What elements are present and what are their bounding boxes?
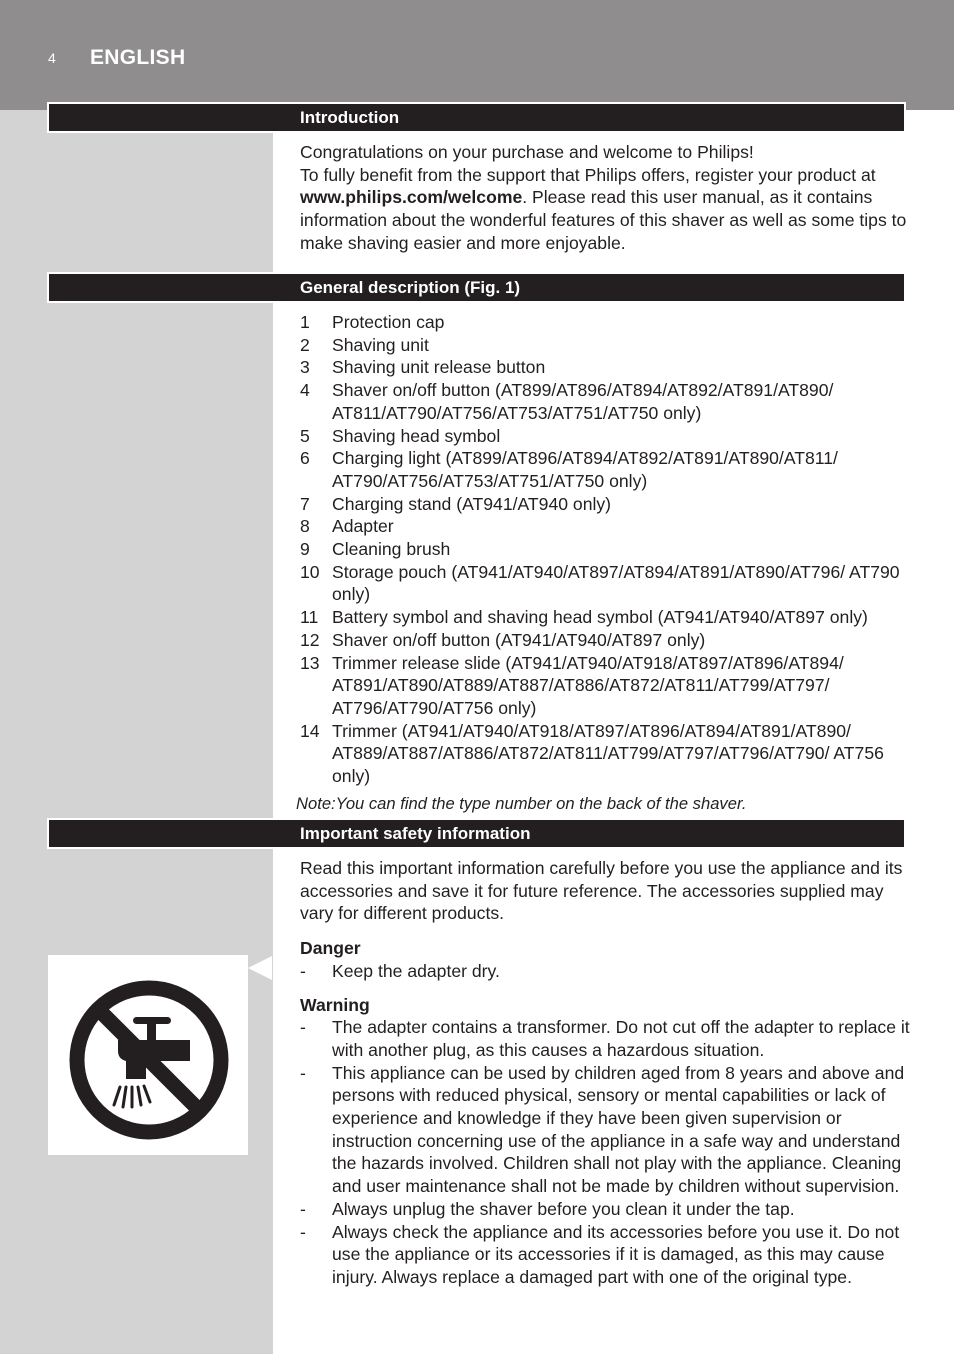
parts-list-item: 4 Shaver on/off button (AT899/AT896/AT894…	[300, 379, 912, 424]
warning-list: - The adapter contains a transformer. Do …	[300, 1016, 912, 1288]
danger-heading: Danger	[300, 938, 361, 959]
section-title: General description (Fig. 1)	[300, 278, 521, 297]
parts-list-item: 9 Cleaning brush	[300, 538, 912, 561]
item-number: 12	[300, 629, 320, 650]
parts-list: 1 Protection cap 2 Shaving unit 3 Shaving uni…	[300, 311, 912, 788]
welcome-link[interactable]: www.philips.com/welcome	[300, 187, 522, 207]
item-number: 4	[300, 380, 310, 401]
item-number: 8	[300, 516, 310, 537]
item-text: Shaver on/off button (AT899/AT896/AT894/…	[332, 380, 834, 423]
bullet-text: Keep the adapter dry.	[332, 960, 500, 981]
section-bar-introduction: Introduction	[47, 102, 906, 133]
item-number: 1	[300, 312, 310, 332]
warning-item: - Always check the appliance and its acce…	[300, 1221, 912, 1289]
item-text: Trimmer release slide (AT941/AT940/AT918…	[332, 652, 844, 718]
introduction-body: Congratulations on your purchase and wel…	[300, 141, 912, 255]
danger-list: - Keep the adapter dry.	[300, 960, 912, 983]
bullet-dash: -	[300, 1017, 306, 1038]
item-text: Shaver on/off button (AT941/AT940/AT897 …	[332, 629, 706, 650]
bullet-text: The adapter contains a transformer. Do n…	[332, 1017, 910, 1060]
safety-intro: Read this important information carefull…	[300, 858, 903, 924]
item-text: Storage pouch (AT941/AT940/AT897/AT894/A…	[332, 561, 900, 605]
parts-list-item: 12 Shaver on/off button (AT941/AT940/AT89…	[300, 629, 912, 652]
section-bar-safety: Important safety information	[47, 818, 906, 849]
illustration-pointer	[248, 956, 272, 980]
bullet-dash: -	[300, 1221, 306, 1242]
general-description-body: 1 Protection cap 2 Shaving unit 3 Shaving uni…	[300, 311, 912, 788]
intro-paragraph: To fully benefit from the support that P…	[300, 164, 912, 255]
parts-list-item: 1 Protection cap	[300, 311, 912, 334]
parts-list-item: 14 Trimmer (AT941/AT940/AT918/AT897/AT896…	[300, 720, 912, 788]
item-text: Shaving unit	[332, 334, 429, 355]
language-heading: ENGLISH	[90, 46, 186, 69]
parts-list-item: 10 Storage pouch (AT941/AT940/AT897/AT894…	[300, 561, 912, 606]
type-number-note: Note:You can find the type number on the…	[296, 794, 747, 813]
item-text: Trimmer (AT941/AT940/AT918/AT897/AT896/A…	[332, 720, 884, 787]
parts-list-item: 13 Trimmer release slide (AT941/AT940/AT9…	[300, 652, 912, 720]
warning-heading: Warning	[300, 994, 370, 1015]
warning-item: - The adapter contains a transformer. Do …	[300, 1016, 912, 1061]
item-number: 3	[300, 357, 310, 378]
intro-text: To fully benefit from the support that P…	[300, 164, 876, 185]
illustration-box	[48, 955, 248, 1155]
warning-item: - This appliance can be used by children …	[300, 1062, 912, 1198]
danger-item: - Keep the adapter dry.	[300, 960, 912, 983]
item-text: Adapter	[332, 516, 394, 537]
item-text: Cleaning brush	[332, 539, 451, 560]
item-number: 5	[300, 425, 310, 446]
item-number: 6	[300, 448, 310, 469]
item-text: Shaving unit release button	[332, 357, 546, 378]
parts-list-item: 11 Battery symbol and shaving head symbol…	[300, 606, 912, 629]
bullet-dash: -	[300, 1198, 306, 1219]
item-text: Battery symbol and shaving head symbol (…	[332, 607, 868, 628]
warning-item: - Always unplug the shaver before you cle…	[300, 1198, 912, 1221]
item-text: Shaving head symbol	[332, 425, 501, 446]
parts-list-item: 8 Adapter	[300, 515, 912, 538]
item-number: 11	[300, 607, 319, 628]
safety-body: Read this important information carefull…	[300, 857, 912, 1289]
bullet-text: Always check the appliance and its acces…	[332, 1221, 900, 1287]
parts-list-item: 6 Charging light (AT899/AT896/AT894/AT892…	[300, 447, 912, 492]
item-number: 9	[300, 539, 310, 560]
bullet-dash: -	[300, 960, 306, 981]
page-number: 4	[48, 50, 56, 66]
bullet-dash: -	[300, 1062, 306, 1083]
item-text: Charging stand (AT941/AT940 only)	[332, 493, 612, 514]
parts-list-item: 5 Shaving head symbol	[300, 425, 912, 448]
intro-greeting: Congratulations on your purchase and wel…	[300, 142, 754, 162]
item-number: 10	[300, 561, 320, 582]
parts-list-item: 7 Charging stand (AT941/AT940 only)	[300, 493, 912, 516]
item-number: 7	[300, 493, 310, 514]
parts-list-item: 3 Shaving unit release button	[300, 356, 912, 379]
item-number: 14	[300, 720, 320, 741]
item-text: Charging light (AT899/AT896/AT894/AT892/…	[332, 448, 838, 491]
section-title: Introduction	[300, 108, 400, 127]
item-text: Protection cap	[332, 312, 445, 332]
parts-list-item: 2 Shaving unit	[300, 334, 912, 357]
bullet-text: This appliance can be used by children a…	[332, 1062, 905, 1197]
item-number: 13	[300, 652, 320, 673]
section-bar-general-description: General description (Fig. 1)	[47, 272, 906, 303]
no-water-tap-icon	[69, 980, 229, 1140]
bullet-text: Always unplug the shaver before you clea…	[332, 1198, 795, 1219]
item-number: 2	[300, 334, 310, 355]
section-title: Important safety information	[300, 824, 531, 843]
